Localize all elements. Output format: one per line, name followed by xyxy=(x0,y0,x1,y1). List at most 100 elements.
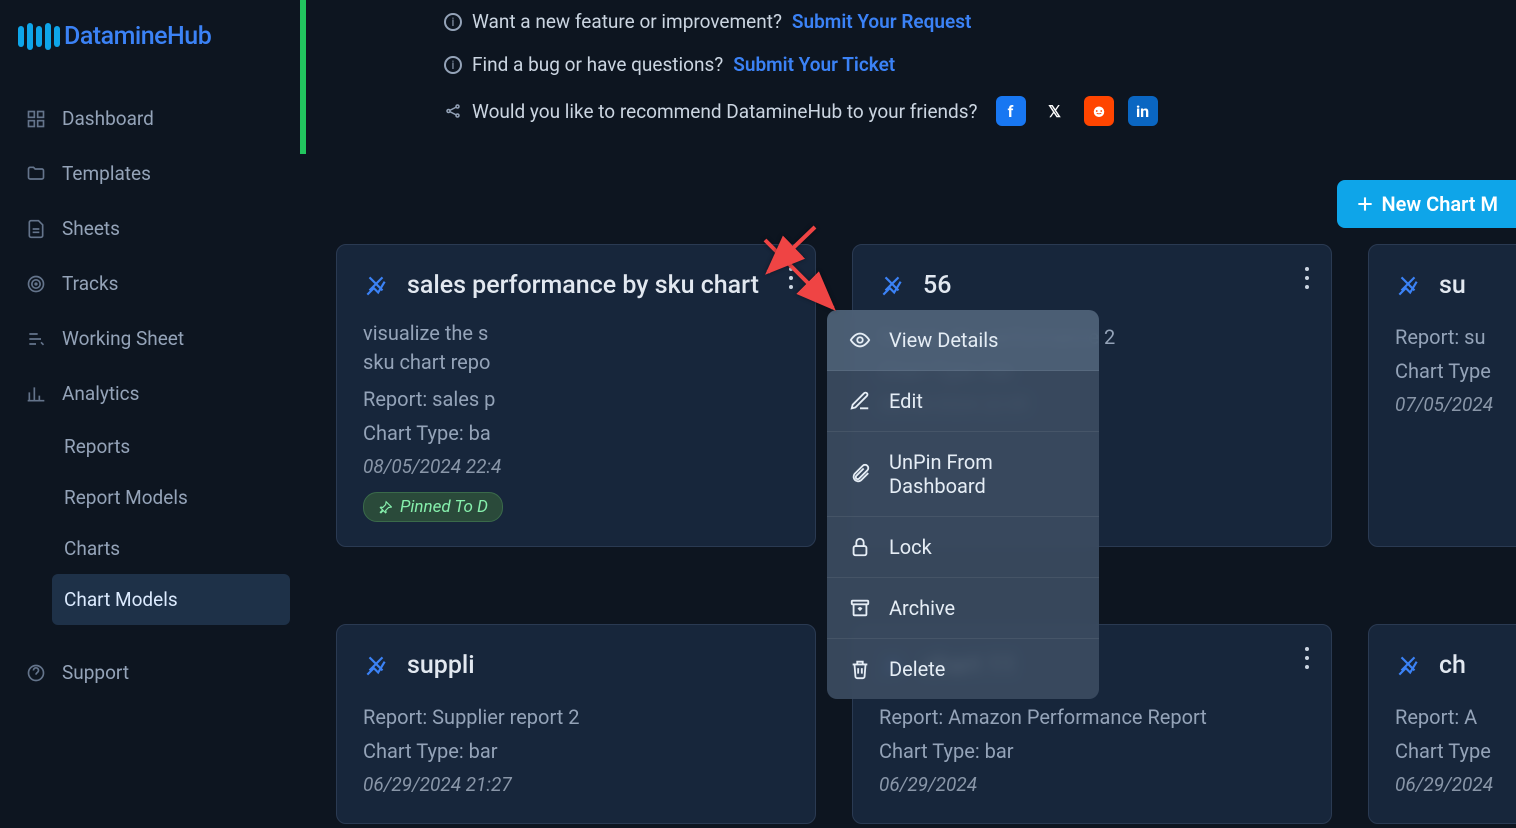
menu-unpin[interactable]: UnPin From Dashboard xyxy=(827,432,1099,517)
card-date: 07/05/2024 xyxy=(1395,393,1516,416)
new-chart-model-button[interactable]: New Chart M xyxy=(1337,180,1516,228)
main-content: i Want a new feature or improvement? Sub… xyxy=(300,0,1516,828)
trash-icon xyxy=(849,658,871,680)
card-kebab-menu[interactable] xyxy=(1305,267,1309,289)
nav-support[interactable]: Support xyxy=(10,645,290,700)
chart-model-card[interactable]: su Report: su Chart Type 07/05/2024 xyxy=(1368,244,1516,547)
nav-label: Support xyxy=(62,661,129,684)
nav-label: Templates xyxy=(62,162,151,185)
social-icons: f 𝕏 in xyxy=(996,96,1158,126)
nav-analytics[interactable]: Analytics xyxy=(10,366,290,421)
menu-archive[interactable]: Archive xyxy=(827,578,1099,639)
linkedin-icon[interactable]: in xyxy=(1128,96,1158,126)
plus-icon xyxy=(1355,194,1375,214)
banner-text: Want a new feature or improvement? xyxy=(472,10,782,33)
nav-label: Analytics xyxy=(62,382,139,405)
card-report: Report: A xyxy=(1395,705,1516,729)
card-context-menu: View Details Edit UnPin From Dashboard L… xyxy=(827,310,1099,699)
card-date: 06/29/2024 xyxy=(1395,773,1516,796)
chart-model-icon xyxy=(879,273,905,299)
nav-tracks[interactable]: Tracks xyxy=(10,256,290,311)
chart-model-card[interactable]: sales performance by sku chart visualize… xyxy=(336,244,816,547)
sub-nav: Reports Report Models Charts Chart Model… xyxy=(10,421,290,625)
pinned-badge: Pinned To D xyxy=(363,492,503,522)
menu-delete[interactable]: Delete xyxy=(827,639,1099,699)
subnav-charts[interactable]: Charts xyxy=(52,523,290,574)
x-twitter-icon[interactable]: 𝕏 xyxy=(1040,96,1070,126)
chart-model-card[interactable]: ch Report: A Chart Type 06/29/2024 xyxy=(1368,624,1516,824)
nav-label: Working Sheet xyxy=(62,327,184,350)
app-logo[interactable]: DatamineHub xyxy=(10,12,290,91)
facebook-icon[interactable]: f xyxy=(996,96,1026,126)
info-icon: i xyxy=(444,56,462,74)
menu-label: Lock xyxy=(889,535,932,559)
banner-text: Would you like to recommend DatamineHub … xyxy=(472,100,978,123)
card-chart-type: Chart Type: ba xyxy=(363,421,789,445)
banner-row-bug: i Find a bug or have questions? Submit Y… xyxy=(324,43,1492,86)
info-icon: i xyxy=(444,13,462,31)
menu-label: View Details xyxy=(889,328,998,352)
pinned-label: Pinned To D xyxy=(400,497,488,517)
menu-lock[interactable]: Lock xyxy=(827,517,1099,578)
subnav-report-models[interactable]: Report Models xyxy=(52,472,290,523)
subnav-label: Chart Models xyxy=(64,588,178,611)
card-kebab-menu[interactable] xyxy=(1305,647,1309,669)
sidebar: DatamineHub Dashboard Templates Sheets T… xyxy=(0,0,300,828)
nav-sheets[interactable]: Sheets xyxy=(10,201,290,256)
help-icon xyxy=(26,663,46,683)
card-report: Report: Amazon Performance Report xyxy=(879,705,1305,729)
card-chart-type: Chart Type: bar xyxy=(363,739,789,763)
chart-model-icon xyxy=(1395,653,1421,679)
bars-icon xyxy=(26,384,46,404)
submit-request-link[interactable]: Submit Your Request xyxy=(792,10,971,33)
card-title: ch xyxy=(1439,649,1516,683)
pin-icon xyxy=(378,500,392,514)
nav-working-sheet[interactable]: Working Sheet xyxy=(10,311,290,366)
banner-text: Find a bug or have questions? xyxy=(472,53,723,76)
menu-label: Archive xyxy=(889,596,955,620)
card-report: Report: sales p xyxy=(363,387,789,411)
nav-label: Sheets xyxy=(62,217,120,240)
submit-ticket-link[interactable]: Submit Your Ticket xyxy=(733,53,895,76)
menu-edit[interactable]: Edit xyxy=(827,371,1099,432)
chart-model-icon xyxy=(363,273,389,299)
nav-templates[interactable]: Templates xyxy=(10,146,290,201)
menu-label: Delete xyxy=(889,657,945,681)
banner-row-recommend: Would you like to recommend DatamineHub … xyxy=(324,86,1492,136)
card-chart-type: Chart Type xyxy=(1395,359,1516,383)
nav-label: Tracks xyxy=(62,272,118,295)
card-report: Report: Supplier report 2 xyxy=(363,705,789,729)
reddit-icon[interactable] xyxy=(1084,96,1114,126)
card-chart-type: Chart Type: bar xyxy=(879,739,1305,763)
target-icon xyxy=(26,274,46,294)
folder-icon xyxy=(26,164,46,184)
nav-label: Dashboard xyxy=(62,107,154,130)
new-button-label: New Chart M xyxy=(1381,192,1498,216)
subnav-chart-models[interactable]: Chart Models xyxy=(52,574,290,625)
nav-dashboard[interactable]: Dashboard xyxy=(10,91,290,146)
file-icon xyxy=(26,219,46,239)
chart-model-card[interactable]: suppli Report: Supplier report 2 Chart T… xyxy=(336,624,816,824)
archive-icon xyxy=(849,597,871,619)
logo-bars-icon xyxy=(18,23,60,50)
list-icon xyxy=(26,329,46,349)
lock-icon xyxy=(849,536,871,558)
paperclip-icon xyxy=(849,463,871,485)
card-title: suppli xyxy=(407,649,789,683)
card-chart-type: Chart Type xyxy=(1395,739,1516,763)
annotation-arrow xyxy=(760,222,840,306)
card-title: 56 xyxy=(923,269,1305,303)
share-icon xyxy=(444,102,462,120)
card-title: su xyxy=(1439,269,1516,303)
banner-row-feature: i Want a new feature or improvement? Sub… xyxy=(324,0,1492,43)
app-name: DatamineHub xyxy=(64,22,211,51)
menu-view-details[interactable]: View Details xyxy=(827,310,1099,371)
chart-model-icon xyxy=(1395,273,1421,299)
card-title: sales performance by sku chart xyxy=(407,269,789,303)
card-date: 06/29/2024 21:27 xyxy=(363,773,789,796)
notice-banner: i Want a new feature or improvement? Sub… xyxy=(300,0,1516,148)
subnav-reports[interactable]: Reports xyxy=(52,421,290,472)
card-date: 06/29/2024 xyxy=(879,773,1305,796)
card-report: Report: su xyxy=(1395,325,1516,349)
card-description: visualize the ssku chart repo xyxy=(363,319,789,377)
